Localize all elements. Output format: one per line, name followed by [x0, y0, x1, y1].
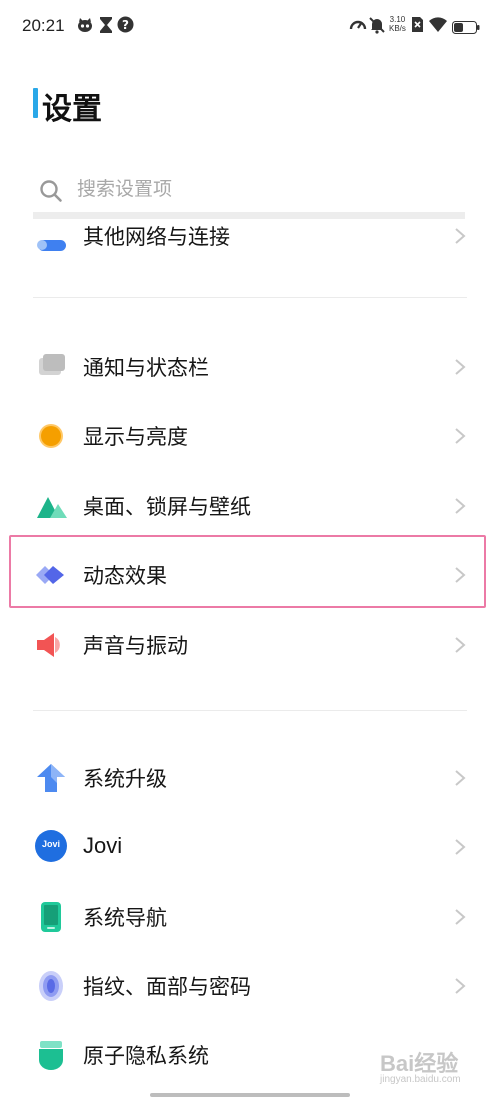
menu-item-label: 其他网络与连接 [83, 225, 230, 249]
menu-item-label: 系统导航 [83, 906, 167, 930]
watermark-subtext: jingyan.baidu.com [380, 1074, 461, 1085]
title-accent-bar [33, 88, 38, 118]
search-input[interactable] [77, 174, 437, 204]
menu-item-jovi[interactable]: Jovi Jovi [0, 816, 500, 876]
sim-card-icon [411, 16, 424, 37]
search-icon [39, 179, 63, 207]
menu-item-label: Jovi [83, 833, 123, 858]
chevron-right-icon [453, 566, 467, 584]
network-speed-unit: KB/s [389, 24, 406, 33]
menu-item-display-brightness[interactable]: 显示与亮度 [0, 405, 500, 465]
chevron-right-icon [453, 769, 467, 787]
chevron-right-icon [453, 497, 467, 515]
chevron-right-icon [453, 908, 467, 926]
network-speed: 3.10 KB/s [389, 15, 406, 33]
upgrade-arrow-icon [34, 763, 68, 793]
menu-item-sound-vibration[interactable]: 声音与振动 [0, 614, 500, 674]
menu-item-system-navigation[interactable]: 系统导航 [0, 886, 500, 946]
jovi-icon-text: Jovi [41, 839, 60, 849]
menu-item-fingerprint[interactable]: 指纹、面部与密码 [0, 955, 500, 1015]
phone-navigation-icon [34, 902, 68, 932]
menu-item-label: 通知与状态栏 [83, 356, 209, 380]
brightness-icon [34, 421, 68, 451]
page-title: 设置 [42, 92, 102, 127]
chevron-right-icon [453, 838, 467, 856]
menu-item-label: 原子隐私系统 [83, 1044, 209, 1068]
chevron-right-icon [453, 358, 467, 376]
help-circle-icon: ? [117, 16, 134, 37]
battery-icon [452, 19, 480, 38]
menu-item-label: 桌面、锁屏与壁纸 [83, 495, 251, 519]
menu-item-label: 声音与振动 [83, 634, 188, 658]
network-speed-value: 3.10 [389, 15, 406, 24]
hourglass-icon [99, 16, 113, 38]
chevron-right-icon [453, 427, 467, 445]
menu-item-label: 指纹、面部与密码 [83, 975, 251, 999]
cat-icon [76, 16, 94, 38]
section-divider [33, 297, 467, 298]
menu-item-wallpaper[interactable]: 桌面、锁屏与壁纸 [0, 475, 500, 535]
chevron-right-icon [453, 977, 467, 995]
speedometer-icon [349, 16, 367, 38]
mute-icon [368, 16, 386, 38]
wallpaper-icon [34, 491, 68, 521]
motion-effects-icon [34, 560, 68, 590]
menu-item-label: 系统升级 [83, 767, 167, 791]
network-icon [34, 221, 68, 251]
menu-item-motion-effects[interactable]: 动态效果 [0, 544, 500, 604]
wifi-icon [428, 16, 448, 37]
status-bar: 20:21 ? 3.10 KB/s [0, 0, 500, 54]
svg-text:?: ? [122, 18, 129, 32]
menu-item-label: 显示与亮度 [83, 425, 188, 449]
chevron-right-icon [453, 636, 467, 654]
section-divider [33, 710, 467, 711]
notification-icon [34, 352, 68, 382]
speaker-icon [34, 630, 68, 660]
status-time: 20:21 [22, 16, 65, 35]
search-bottom-edge [33, 212, 465, 219]
fingerprint-icon [34, 971, 68, 1001]
menu-item-label: 动态效果 [83, 564, 167, 588]
watermark: Bai经验 jingyan.baidu.com [380, 1046, 490, 1092]
chevron-right-icon [453, 227, 467, 245]
menu-item-system-upgrade[interactable]: 系统升级 [0, 747, 500, 807]
menu-item-notifications[interactable]: 通知与状态栏 [0, 336, 500, 396]
home-indicator[interactable] [150, 1093, 350, 1097]
jovi-icon: Jovi [35, 830, 67, 862]
privacy-shield-icon [34, 1040, 68, 1070]
